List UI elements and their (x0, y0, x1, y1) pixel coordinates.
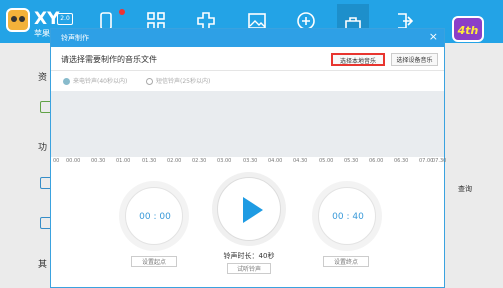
ruler-tick: 06.00 (369, 158, 384, 164)
play-icon (243, 197, 263, 223)
ruler-tick: 05.00 (319, 158, 334, 164)
app-logo-icon (6, 8, 30, 32)
radio-call-ringtone[interactable]: 来电铃声(40秒以内) (63, 76, 127, 85)
divider (51, 70, 444, 71)
ruler-tick: 01.00 (116, 158, 131, 164)
ruler-tick: 00.30 (91, 158, 106, 164)
select-device-music-button[interactable]: 选择设备音乐 (391, 53, 438, 66)
ruler-tick: 07.30 (432, 158, 447, 164)
ruler-tick: 00.00 (66, 158, 81, 164)
end-time: 00 : 40 (332, 212, 364, 222)
start-time-display: 00 : 00 (125, 187, 183, 245)
start-time: 00 : 00 (139, 212, 171, 222)
radio-label: 短信铃声(25秒以内) (156, 78, 211, 85)
radio-sms-ringtone[interactable]: 短信铃声(25秒以内) (146, 76, 210, 85)
ruler-tick: 04.30 (293, 158, 308, 164)
dialog-title: 铃声制作 (61, 34, 89, 42)
select-file-prompt: 请选择需要制作的音乐文件 (61, 55, 157, 64)
close-icon[interactable]: × (429, 30, 438, 43)
time-ruler: 00 00.00 00.30 01.00 01.30 02.00 02.30 0… (51, 157, 447, 165)
brand-subtitle: 苹果 (34, 29, 50, 38)
radio-dot-icon (146, 78, 153, 85)
try-listen-button[interactable]: 试听铃声 (227, 263, 271, 274)
radio-label: 来电铃声(40秒以内) (73, 78, 128, 85)
radio-dot-icon (63, 78, 70, 85)
end-time-display: 00 : 40 (318, 187, 376, 245)
brand-name: XY (34, 9, 60, 29)
ruler-tick: 02.30 (192, 158, 207, 164)
ruler-tick: 02.00 (167, 158, 182, 164)
ruler-tick: 05.30 (344, 158, 359, 164)
ruler-tick: 06.30 (394, 158, 409, 164)
ruler-tick: 03.30 (243, 158, 258, 164)
waveform-area[interactable] (51, 91, 444, 157)
dialog-titlebar: 铃声制作 × (51, 29, 444, 47)
version-badge: 2.0 (57, 13, 73, 25)
ruler-tick: 00 (53, 158, 60, 164)
ruler-tick: 03.00 (217, 158, 232, 164)
anniversary-badge: 4th (452, 16, 484, 42)
select-local-music-button[interactable]: 选择本地音乐 (331, 53, 385, 66)
ruler-tick: 04.00 (268, 158, 283, 164)
play-button[interactable] (217, 177, 281, 241)
set-end-button[interactable]: 设置终点 (323, 256, 369, 267)
ringtone-duration: 铃声时长：40秒 (223, 252, 275, 260)
ringtone-dialog: 铃声制作 × 请选择需要制作的音乐文件 选择本地音乐 选择设备音乐 来电铃声(4… (50, 28, 447, 288)
notification-dot (119, 9, 125, 15)
ruler-tick: 01.30 (142, 158, 157, 164)
set-start-button[interactable]: 设置起点 (131, 256, 177, 267)
